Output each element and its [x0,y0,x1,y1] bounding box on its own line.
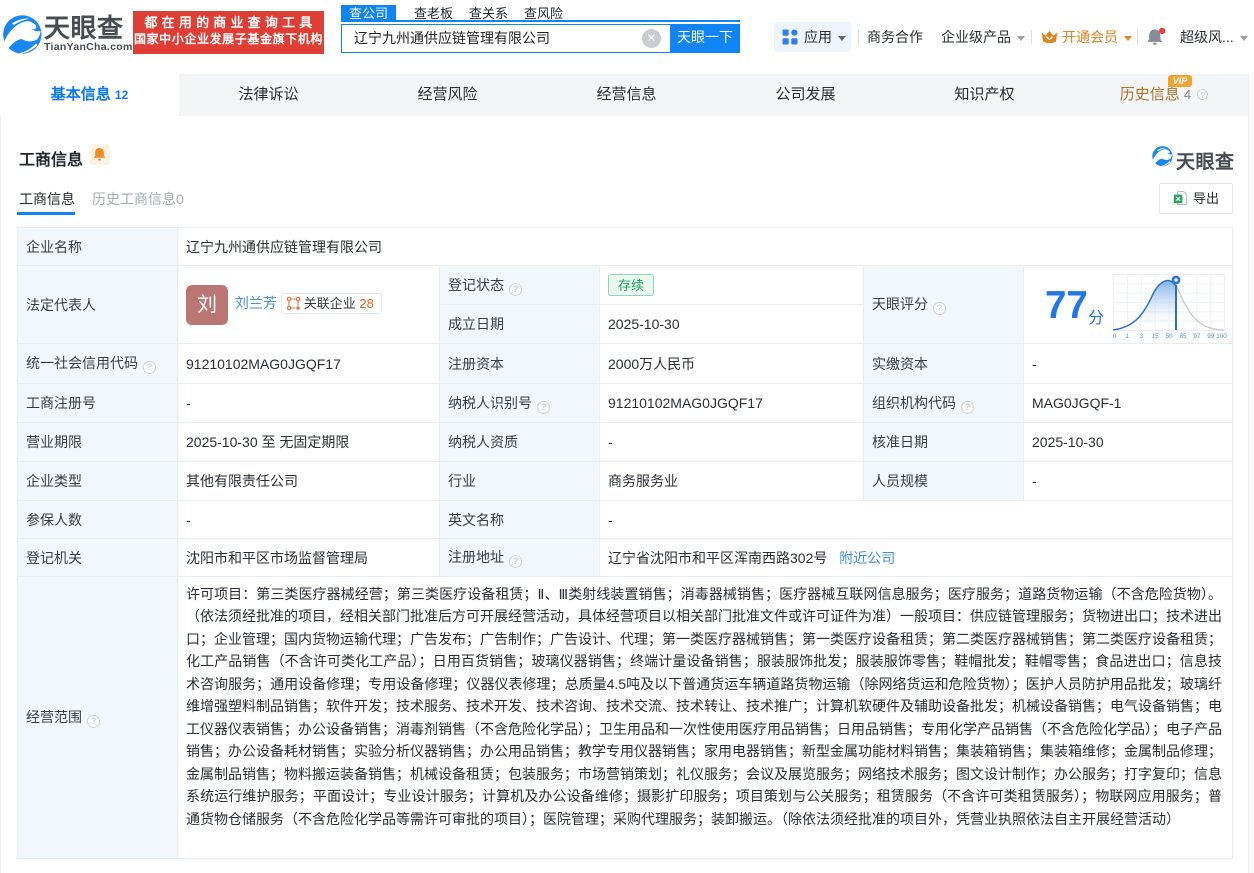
svg-text:100: 100 [1216,333,1227,340]
svg-text:85: 85 [1179,333,1187,340]
svg-text:1: 1 [1126,333,1130,340]
svg-text:3: 3 [1140,333,1144,340]
svg-text:97: 97 [1193,333,1201,340]
svg-text:99: 99 [1207,333,1215,340]
svg-text:50: 50 [1166,333,1174,340]
svg-text:0: 0 [1113,333,1117,340]
svg-text:15: 15 [1152,333,1160,340]
